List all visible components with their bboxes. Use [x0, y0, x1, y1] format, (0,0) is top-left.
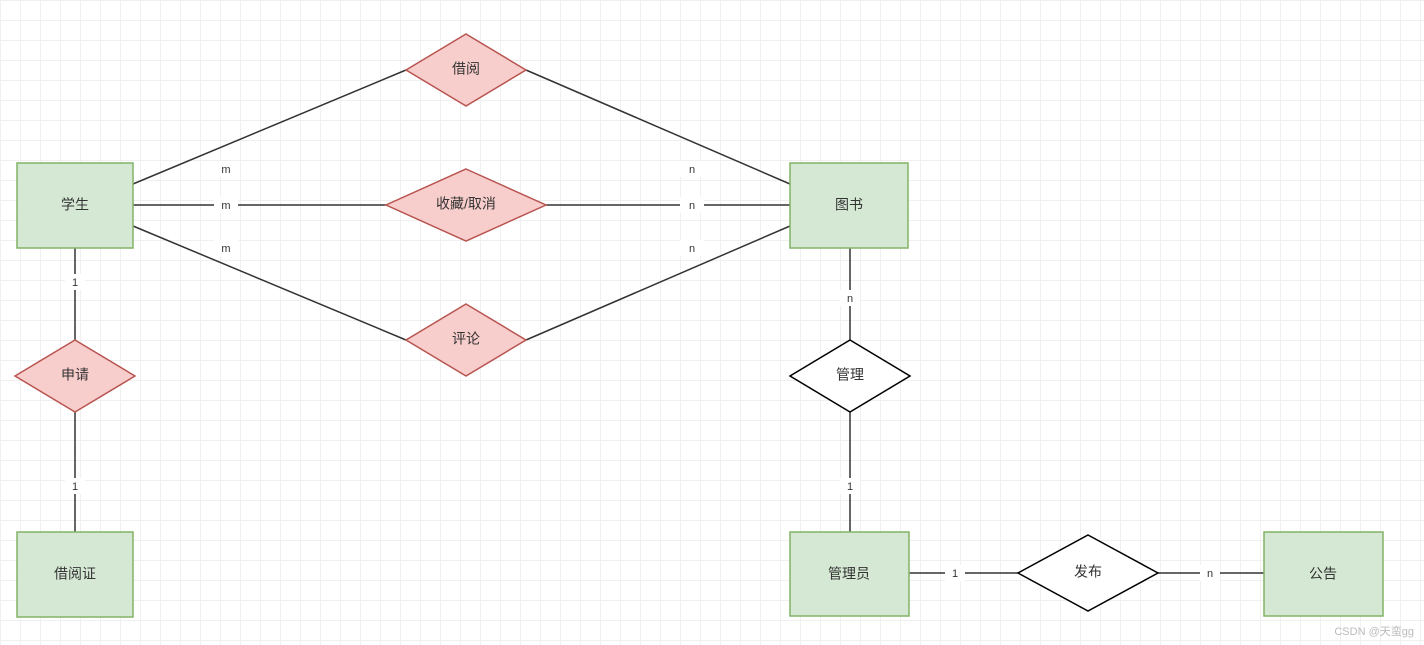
relationship-favorite-label: 收藏/取消: [436, 196, 496, 212]
entity-book-label: 图书: [835, 197, 863, 213]
cardinalities: m n m n m n 1 1 n 1 1 n: [65, 161, 1220, 581]
relationship-apply: 申请: [15, 340, 135, 412]
entity-student: 学生: [17, 163, 133, 248]
entity-borrowcard: 借阅证: [17, 532, 133, 617]
relationship-manage-label: 管理: [836, 367, 864, 383]
entity-borrowcard-label: 借阅证: [54, 566, 96, 582]
relationship-borrow-label: 借阅: [452, 61, 480, 77]
card-favorite-book: n: [689, 200, 695, 212]
relationship-publish: 发布: [1018, 535, 1158, 611]
card-student-comment: m: [221, 243, 230, 255]
card-student-borrow: m: [221, 164, 230, 176]
watermark: CSDN @天蛮gg: [1334, 623, 1414, 639]
relationship-comment: 评论: [406, 304, 526, 376]
card-student-apply: 1: [72, 277, 78, 289]
entity-notice-label: 公告: [1309, 566, 1337, 582]
relationship-apply-label: 申请: [61, 367, 89, 383]
relationship-borrow: 借阅: [406, 34, 526, 106]
card-apply-card: 1: [72, 481, 78, 493]
relationship-favorite: 收藏/取消: [386, 169, 546, 241]
edges: [75, 70, 1264, 573]
entity-book: 图书: [790, 163, 908, 248]
card-borrow-book: n: [689, 164, 695, 176]
relationship-comment-label: 评论: [452, 331, 480, 347]
card-admin-publish: 1: [952, 568, 958, 580]
entity-admin: 管理员: [790, 532, 909, 616]
card-comment-book: n: [689, 243, 695, 255]
relationship-manage: 管理: [790, 340, 910, 412]
card-manage-admin: 1: [847, 481, 853, 493]
entity-admin-label: 管理员: [828, 566, 870, 582]
entity-notice: 公告: [1264, 532, 1383, 616]
card-student-favorite: m: [221, 200, 230, 212]
card-publish-notice: n: [1207, 568, 1213, 580]
entity-student-label: 学生: [61, 197, 89, 213]
card-book-manage: n: [847, 293, 853, 305]
relationship-publish-label: 发布: [1074, 564, 1102, 580]
er-diagram: 学生 借阅证 图书 管理员 公告 借阅 收藏/取消 评论 申请 管理: [0, 0, 1424, 645]
